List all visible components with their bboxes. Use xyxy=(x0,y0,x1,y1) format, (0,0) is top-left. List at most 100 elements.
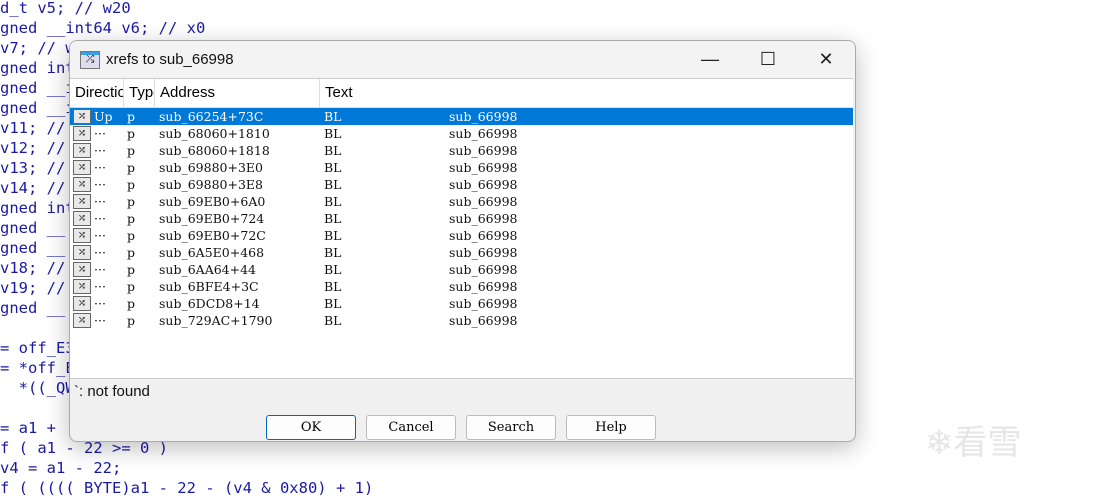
instruction: BL xyxy=(324,109,342,124)
target: sub_66998 xyxy=(449,262,518,277)
type: p xyxy=(127,228,136,243)
direction: ··· xyxy=(94,313,106,328)
instruction: BL xyxy=(324,228,342,243)
instruction: BL xyxy=(324,262,342,277)
instruction: BL xyxy=(324,143,342,158)
address: sub_69EB0+6A0 xyxy=(159,194,266,209)
instruction: BL xyxy=(324,211,342,226)
help-button[interactable]: Help xyxy=(566,415,656,440)
target: sub_66998 xyxy=(449,211,518,226)
dialog-titlebar[interactable]: ⤮ xrefs to sub_66998 — ☐ ✕ xyxy=(70,41,855,78)
maximize-button[interactable]: ☐ xyxy=(739,49,797,70)
xref-icon: ⤮ xyxy=(80,50,100,69)
type: p xyxy=(127,177,136,192)
column-type[interactable]: Type xyxy=(124,79,155,107)
close-button[interactable]: ✕ xyxy=(797,49,855,70)
direction: ··· xyxy=(94,126,106,141)
xref-row[interactable]: ⤮ ··· p sub_6DCD8+14 BL sub_66998 xyxy=(70,295,853,312)
xref-row[interactable]: ⤮ ··· p sub_6BFE4+3C BL sub_66998 xyxy=(70,278,853,295)
target: sub_66998 xyxy=(449,143,518,158)
instruction: BL xyxy=(324,126,342,141)
type: p xyxy=(127,296,136,311)
address: sub_6DCD8+14 xyxy=(159,296,260,311)
xrefs-dialog: ⤮ xrefs to sub_66998 — ☐ ✕ Direction Typ… xyxy=(69,40,856,442)
xrefs-list[interactable]: Direction Type Address Text ⤮Up p sub_66… xyxy=(70,78,853,379)
instruction: BL xyxy=(324,313,342,328)
xref-row[interactable]: ⤮ ··· p sub_69EB0+6A0 BL sub_66998 xyxy=(70,193,853,210)
address: sub_6A5E0+468 xyxy=(159,245,265,260)
watermark-logo: ❄看雪 xyxy=(925,424,1022,462)
xref-row[interactable]: ⤮ ··· p sub_69880+3E8 BL sub_66998 xyxy=(70,176,853,193)
target: sub_66998 xyxy=(449,194,518,209)
xref-row[interactable]: ⤮ ··· p sub_69EB0+72C BL sub_66998 xyxy=(70,227,853,244)
direction: ··· xyxy=(94,296,106,311)
target: sub_66998 xyxy=(449,126,518,141)
watermark-text: 看雪 xyxy=(953,424,1022,462)
minimize-button[interactable]: — xyxy=(681,49,739,70)
search-button[interactable]: Search xyxy=(466,415,556,440)
instruction: BL xyxy=(324,194,342,209)
instruction: BL xyxy=(324,177,342,192)
xref-row[interactable]: ⤮ ··· p sub_6AA64+44 BL sub_66998 xyxy=(70,261,853,278)
direction: ··· xyxy=(94,160,106,175)
type: p xyxy=(127,143,136,158)
code-line: f ( (((( BYTE)a1 - 22 - (v4 & 0x80) + 1) xyxy=(0,479,374,497)
status-text: `: not found xyxy=(74,383,150,400)
list-header: Direction Type Address Text xyxy=(70,79,853,108)
type: p xyxy=(127,211,136,226)
instruction: BL xyxy=(324,160,342,175)
ok-button[interactable]: OK xyxy=(266,415,356,440)
xref-icon: ⤮ xyxy=(73,296,91,311)
xref-icon: ⤮ xyxy=(73,194,91,209)
xref-row[interactable]: ⤮ Up p sub_66254+73C BL sub_66998 xyxy=(70,108,853,125)
xref-icon: ⤮ xyxy=(73,109,91,124)
code-line: gned __int64 v6; // x0 xyxy=(0,19,206,37)
address: sub_68060+1810 xyxy=(159,126,270,141)
target: sub_66998 xyxy=(449,279,518,294)
direction: ··· xyxy=(94,262,106,277)
xref-row[interactable]: ⤮ ··· p sub_69EB0+724 BL sub_66998 xyxy=(70,210,853,227)
address: sub_69880+3E8 xyxy=(159,177,263,192)
xref-icon: ⤮ xyxy=(73,211,91,226)
direction: ··· xyxy=(94,228,106,243)
direction: ··· xyxy=(94,177,106,192)
target: sub_66998 xyxy=(449,245,518,260)
xref-icon: ⤮ xyxy=(73,160,91,175)
xref-row[interactable]: ⤮ ··· p sub_6A5E0+468 BL sub_66998 xyxy=(70,244,853,261)
xref-row[interactable]: ⤮ ··· p sub_729AC+1790 BL sub_66998 xyxy=(70,312,853,329)
address: sub_69EB0+72C xyxy=(159,228,266,243)
target: sub_66998 xyxy=(449,228,518,243)
direction: ··· xyxy=(94,194,106,209)
column-address[interactable]: Address xyxy=(155,79,320,107)
instruction: BL xyxy=(324,279,342,294)
cancel-button[interactable]: Cancel xyxy=(366,415,456,440)
xref-icon: ⤮ xyxy=(73,228,91,243)
column-text[interactable]: Text xyxy=(320,79,853,107)
target: sub_66998 xyxy=(449,109,518,124)
target: sub_66998 xyxy=(449,160,518,175)
xref-icon: ⤮ xyxy=(73,143,91,158)
direction: ··· xyxy=(94,279,106,294)
instruction: BL xyxy=(324,245,342,260)
instruction: BL xyxy=(324,296,342,311)
direction: ··· xyxy=(94,143,106,158)
address: sub_6BFE4+3C xyxy=(159,279,259,294)
xref-icon: ⤮ xyxy=(73,177,91,192)
xref-row[interactable]: ⤮ ··· p sub_69880+3E0 BL sub_66998 xyxy=(70,159,853,176)
target: sub_66998 xyxy=(449,313,518,328)
type: p xyxy=(127,109,136,124)
direction: Up xyxy=(94,109,113,124)
xref-icon: ⤮ xyxy=(73,126,91,141)
dialog-title: xrefs to sub_66998 xyxy=(106,51,234,68)
address: sub_66254+73C xyxy=(159,109,264,124)
address: sub_729AC+1790 xyxy=(159,313,273,328)
direction: ··· xyxy=(94,245,106,260)
column-direction[interactable]: Direction xyxy=(70,79,124,107)
type: p xyxy=(127,262,136,277)
type: p xyxy=(127,279,136,294)
xref-row[interactable]: ⤮ ··· p sub_68060+1818 BL sub_66998 xyxy=(70,142,853,159)
address: sub_69EB0+724 xyxy=(159,211,265,226)
target: sub_66998 xyxy=(449,296,518,311)
xref-row[interactable]: ⤮ ··· p sub_68060+1810 BL sub_66998 xyxy=(70,125,853,142)
xref-icon: ⤮ xyxy=(73,262,91,277)
